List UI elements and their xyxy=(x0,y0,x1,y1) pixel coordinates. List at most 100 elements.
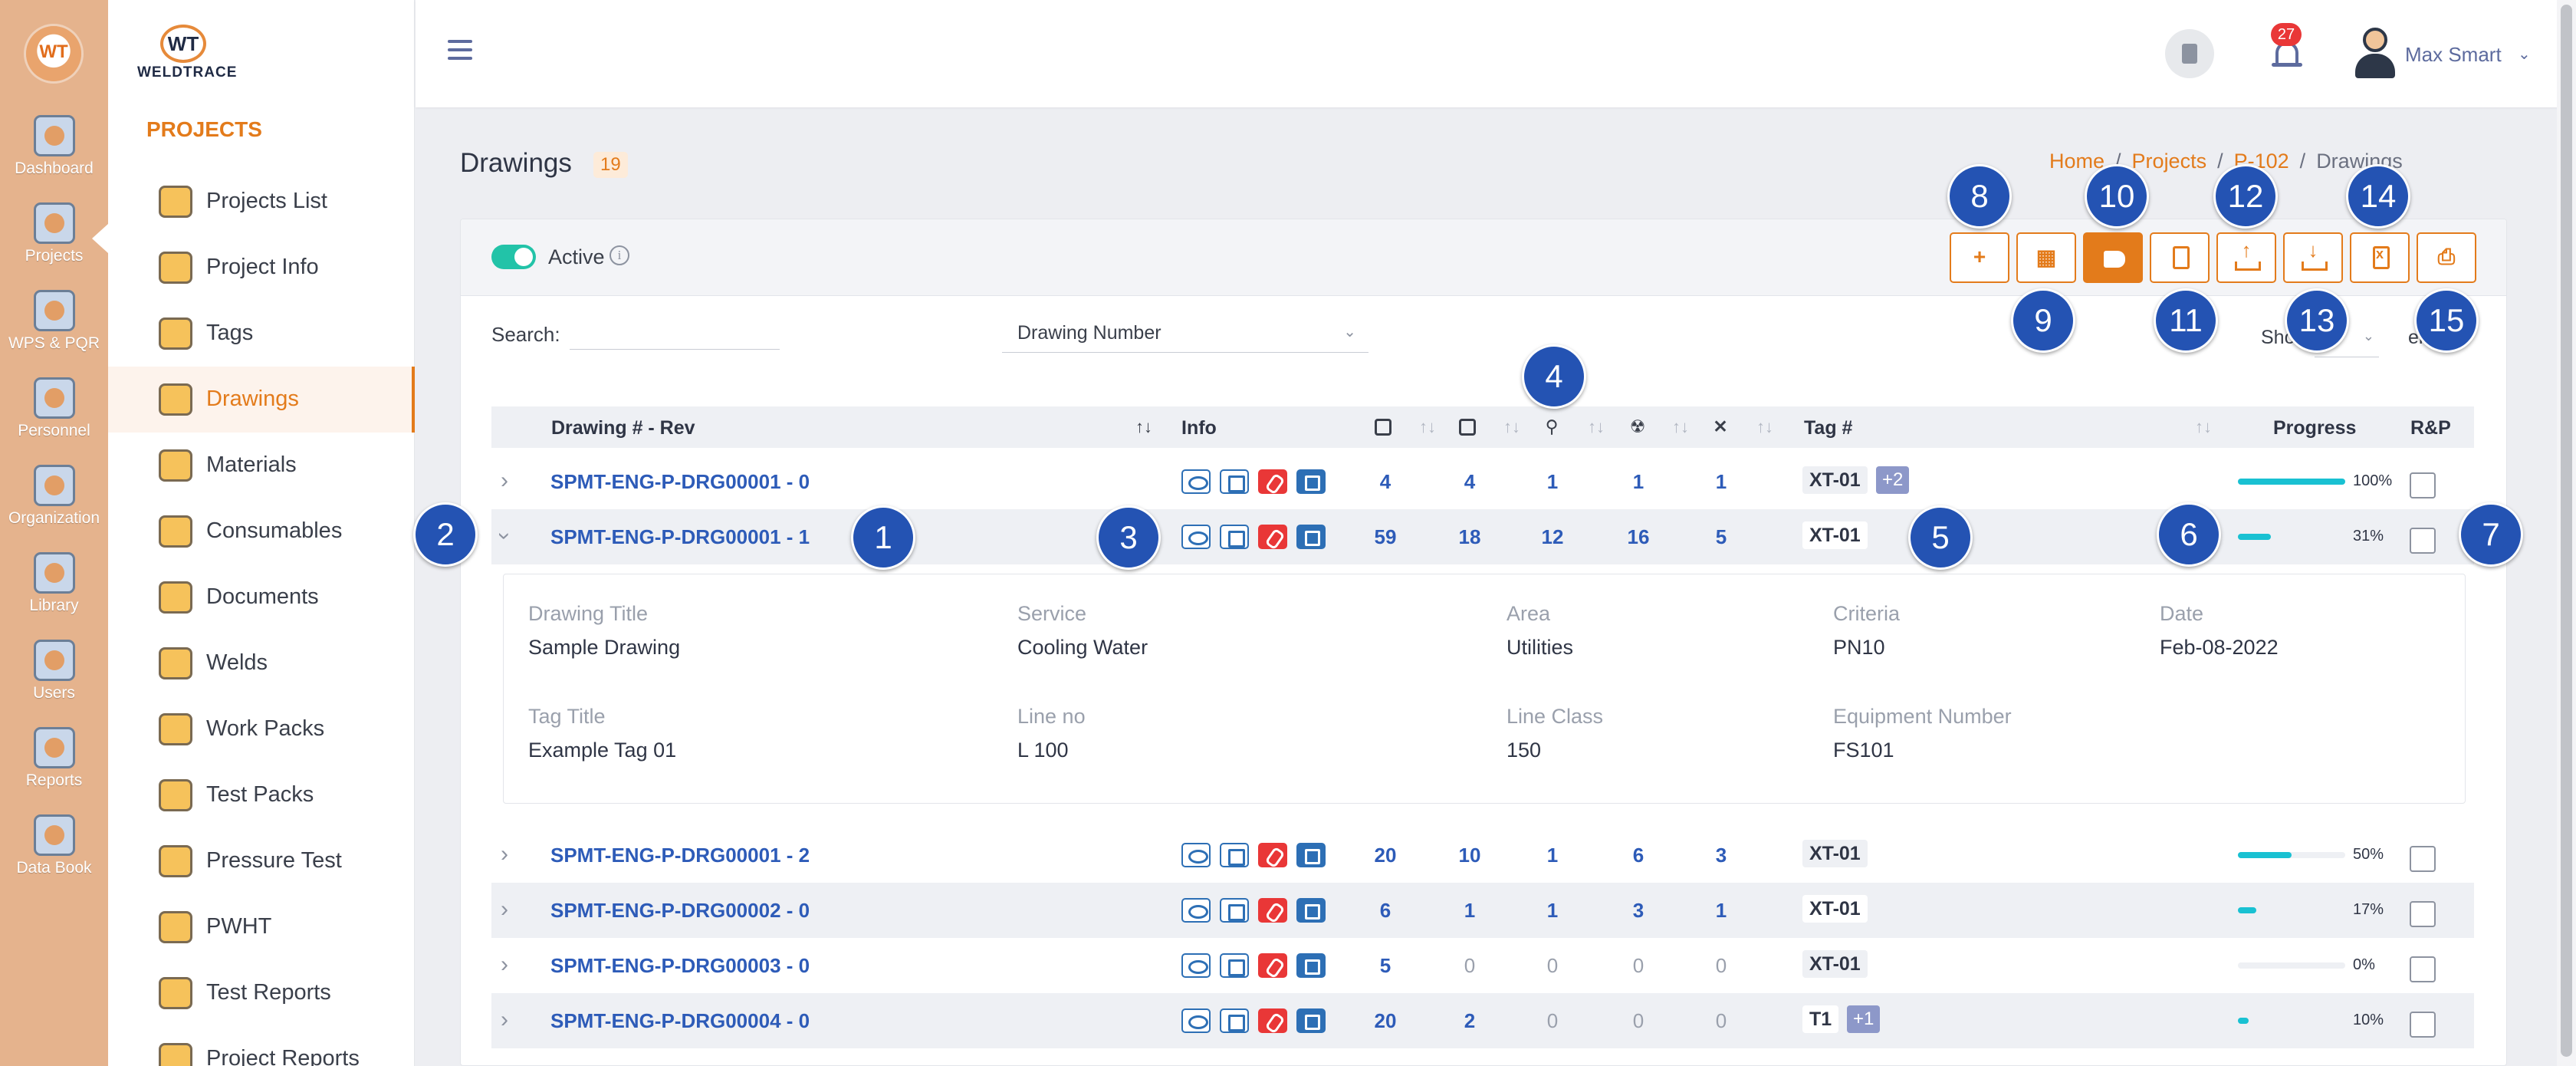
rp-checkbox[interactable] xyxy=(2410,528,2436,554)
checklist-icon[interactable] xyxy=(1296,525,1326,549)
page-scrollbar[interactable] xyxy=(2557,0,2576,1066)
drawing-number-link[interactable]: SPMT-ENG-P-DRG00003 - 0 xyxy=(550,954,810,978)
breadcrumb-projects[interactable]: Projects xyxy=(2132,150,2207,173)
rp-checkbox[interactable] xyxy=(2410,472,2436,498)
checklist-icon[interactable] xyxy=(1296,843,1326,867)
sidebar-item-work-packs[interactable]: Work Packs xyxy=(108,696,415,762)
stat-cell[interactable]: 5 xyxy=(1698,525,1744,549)
brand-logo[interactable]: WT WELDTRACE xyxy=(137,25,237,81)
attachment-icon[interactable] xyxy=(1258,898,1287,923)
rail-item-personnel[interactable]: Personnel xyxy=(0,377,108,440)
checklist-icon[interactable] xyxy=(1296,953,1326,978)
stat-cell[interactable]: 1 xyxy=(1530,899,1576,923)
table-row[interactable]: › SPMT-ENG-P-DRG00001 - 0 4 4 1 1 1 XT-0… xyxy=(491,454,2474,509)
user-name[interactable]: Max Smart xyxy=(2405,43,2502,67)
sort-icon[interactable]: ↑↓ xyxy=(1756,417,1773,437)
tags-button[interactable] xyxy=(2083,232,2143,283)
stat-cell[interactable]: 1 xyxy=(1447,899,1493,923)
stat-cell[interactable]: 59 xyxy=(1362,525,1408,549)
sidebar-item-documents[interactable]: Documents xyxy=(108,564,415,630)
edit-icon[interactable] xyxy=(1220,469,1249,494)
view-icon[interactable] xyxy=(1181,843,1211,867)
sort-icon[interactable]: ↑↓ xyxy=(1672,417,1689,437)
download-button[interactable]: ↓ xyxy=(2283,232,2343,283)
view-icon[interactable] xyxy=(1181,469,1211,494)
sort-icon[interactable]: ↑↓ xyxy=(1588,417,1605,437)
chevron-right-icon[interactable]: › xyxy=(501,468,508,494)
view-icon[interactable] xyxy=(1181,525,1211,549)
rp-checkbox[interactable] xyxy=(2410,956,2436,982)
scrollbar-thumb[interactable] xyxy=(2561,5,2572,1057)
sort-icon[interactable]: ↑↓ xyxy=(2195,417,2212,437)
table-row[interactable]: › SPMT-ENG-P-DRG00002 - 0 6 1 1 3 1 XT-0… xyxy=(491,883,2474,938)
stat-cell[interactable]: 20 xyxy=(1362,844,1408,867)
chevron-right-icon[interactable]: › xyxy=(501,841,508,867)
stat-cell[interactable]: 20 xyxy=(1362,1009,1408,1033)
attachment-icon[interactable] xyxy=(1258,525,1287,549)
stat-cell[interactable]: 1 xyxy=(1530,470,1576,494)
stat-cell[interactable]: 1 xyxy=(1615,470,1661,494)
search-field-select[interactable]: Drawing Number ⌄ xyxy=(1002,311,1368,353)
checklist-icon[interactable] xyxy=(1296,1008,1326,1033)
chevron-right-icon[interactable]: › xyxy=(501,897,508,923)
drawing-number-link[interactable]: SPMT-ENG-P-DRG00001 - 0 xyxy=(550,470,810,494)
edit-icon[interactable] xyxy=(1220,1008,1249,1033)
checklist-icon[interactable] xyxy=(1296,898,1326,923)
drawing-number-link[interactable]: SPMT-ENG-P-DRG00004 - 0 xyxy=(550,1009,810,1033)
edit-icon[interactable] xyxy=(1220,898,1249,923)
sidebar-item-project-info[interactable]: Project Info xyxy=(108,235,415,301)
chevron-down-icon[interactable]: › xyxy=(491,532,518,540)
drawing-number-link[interactable]: SPMT-ENG-P-DRG00002 - 0 xyxy=(550,899,810,923)
app-logo[interactable]: WT xyxy=(26,26,81,81)
rail-item-users[interactable]: Users xyxy=(0,640,108,702)
stat-cell[interactable]: 18 xyxy=(1447,525,1493,549)
stat-cell[interactable]: 6 xyxy=(1362,899,1408,923)
stat-cell[interactable]: 1 xyxy=(1530,844,1576,867)
rail-item-library[interactable]: Library xyxy=(0,552,108,615)
chevron-right-icon[interactable]: › xyxy=(501,1007,508,1033)
drawing-number-link[interactable]: SPMT-ENG-P-DRG00001 - 2 xyxy=(550,844,810,867)
attachment-icon[interactable] xyxy=(1258,843,1287,867)
stat-cell[interactable]: 12 xyxy=(1530,525,1576,549)
table-row[interactable]: › SPMT-ENG-P-DRG00004 - 0 20 2 0 0 0 T1 … xyxy=(491,993,2474,1048)
chevron-down-icon[interactable]: ⌄ xyxy=(2518,44,2531,64)
rp-checkbox[interactable] xyxy=(2410,901,2436,927)
rail-item-wps-pqr[interactable]: WPS & PQR xyxy=(0,290,108,353)
sidebar-item-pressure-test[interactable]: Pressure Test xyxy=(108,828,415,894)
edit-columns-button[interactable]: ▦ xyxy=(2016,232,2076,283)
table-row[interactable]: › SPMT-ENG-P-DRG00003 - 0 5 0 0 0 0 XT-0… xyxy=(491,938,2474,993)
column-header-tag[interactable]: Tag # xyxy=(1804,417,1852,439)
view-icon[interactable] xyxy=(1181,898,1211,923)
checklist-icon[interactable] xyxy=(1296,469,1326,494)
edit-icon[interactable] xyxy=(1220,953,1249,978)
rp-checkbox[interactable] xyxy=(2410,846,2436,872)
sidebar-item-tags[interactable]: Tags xyxy=(108,301,415,367)
attachment-icon[interactable] xyxy=(1258,1008,1287,1033)
column-header-drawing[interactable]: Drawing # - Rev xyxy=(551,417,695,439)
drawing-number-link[interactable]: SPMT-ENG-P-DRG00001 - 1 xyxy=(550,525,810,549)
stat-cell[interactable]: 3 xyxy=(1615,899,1661,923)
stat-cell[interactable]: 4 xyxy=(1447,470,1493,494)
rail-item-reports[interactable]: Reports xyxy=(0,727,108,790)
rp-checkbox[interactable] xyxy=(2410,1012,2436,1038)
stat-cell[interactable]: 2 xyxy=(1447,1009,1493,1033)
stat-cell[interactable]: 5 xyxy=(1362,954,1408,978)
stat-cell[interactable]: 10 xyxy=(1447,844,1493,867)
print-button[interactable]: ⎙ xyxy=(2417,232,2476,283)
rail-item-dashboard[interactable]: Dashboard xyxy=(0,115,108,178)
search-input[interactable] xyxy=(570,316,780,350)
sidebar-item-drawings[interactable]: Drawings xyxy=(108,367,415,433)
sidebar-item-test-packs[interactable]: Test Packs xyxy=(108,762,415,828)
rail-item-organization[interactable]: Organization xyxy=(0,465,108,528)
more-tags-badge[interactable]: +1 xyxy=(1847,1005,1881,1033)
sidebar-item-consumables[interactable]: Consumables xyxy=(108,498,415,564)
edit-icon[interactable] xyxy=(1220,843,1249,867)
sort-icon[interactable]: ↑↓ xyxy=(1503,417,1520,437)
attachment-icon[interactable] xyxy=(1258,469,1287,494)
add-drawing-button[interactable]: + xyxy=(1950,232,2009,283)
more-tags-badge[interactable]: +2 xyxy=(1876,466,1910,494)
stat-cell[interactable]: 4 xyxy=(1362,470,1408,494)
sidebar-item-projects-list[interactable]: Projects List xyxy=(108,169,415,235)
sidebar-item-welds[interactable]: Welds xyxy=(108,630,415,696)
stat-cell[interactable]: 1 xyxy=(1698,899,1744,923)
